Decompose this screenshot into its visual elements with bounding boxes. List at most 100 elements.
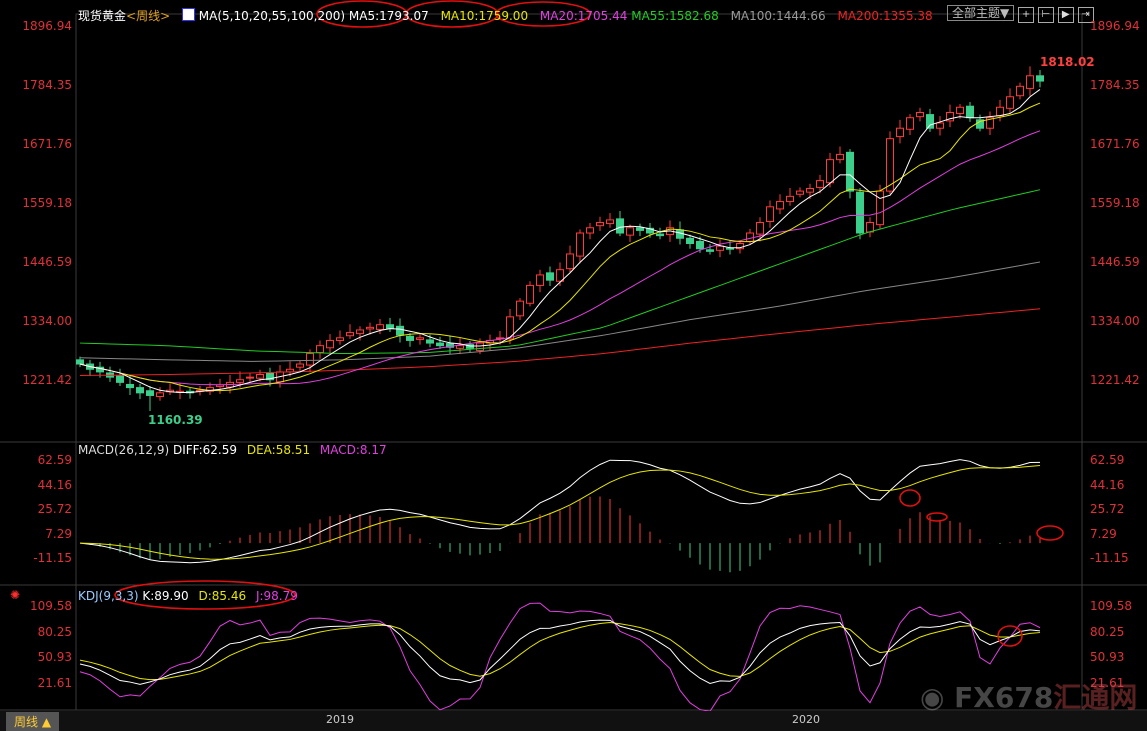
candle-body (896, 127, 904, 138)
chart-canvas[interactable] (0, 0, 1147, 731)
candle-body (116, 375, 124, 383)
candle-body (796, 190, 804, 195)
candle-body (306, 353, 314, 366)
macd-axis-tick: 25.72 (37, 502, 72, 516)
kdj-axis-tick: 80.25 (37, 624, 72, 639)
zoom-range-icon[interactable]: ⊢ (1037, 7, 1054, 23)
candle-body (956, 106, 964, 115)
macd-axis-tick: 7.29 (1090, 526, 1117, 541)
kdj-axis-tick: 109.58 (1090, 599, 1132, 613)
price-axis-tick: 1784.35 (22, 78, 72, 92)
candle-body (406, 335, 414, 341)
macd-header: MACD(26,12,9) DIFF:62.59 DEA:58.51 MACD:… (78, 443, 387, 457)
candle-body (366, 326, 374, 330)
candle-body (326, 339, 334, 349)
kdj-d: D:85.46 (198, 589, 247, 603)
candle-body (566, 253, 574, 270)
candle-body (456, 345, 464, 349)
candle-body (136, 387, 144, 394)
macd-value: MACD:8.17 (319, 443, 387, 457)
candle-body (776, 201, 784, 210)
candle-body (596, 222, 604, 227)
candle-body (236, 379, 244, 383)
price-axis-tick: 1446.59 (1090, 255, 1140, 269)
ma10-value: MA10:1759.00 (440, 9, 529, 23)
candle-body (1016, 85, 1024, 97)
price-axis-tick: 1446.59 (22, 255, 72, 269)
date-label-2019: 2019 (326, 713, 354, 726)
candle-body (996, 106, 1004, 117)
candle-body (296, 363, 304, 368)
candle-body (606, 219, 614, 225)
macd-axis-tick: 62.59 (1090, 453, 1125, 467)
candle-body (816, 180, 824, 188)
macd-axis-tick: 62.59 (37, 453, 72, 467)
candle-body (1006, 96, 1014, 109)
toolbar: 全部主题▼ + ⊢ ▶ ⇥ (947, 5, 1094, 23)
settings-sun-icon[interactable]: ✺ (10, 588, 20, 602)
candle-body (836, 153, 844, 161)
chart-header: 现货黄金<周线> MA(5,10,20,55,100,200) MA5:1793… (78, 7, 933, 24)
candle-body (356, 329, 364, 335)
price-axis-tick: 1671.76 (22, 137, 72, 151)
kdj-k: K:89.90 (142, 589, 189, 603)
candle-body (616, 218, 624, 234)
candle-body (156, 392, 164, 398)
ma20-value: MA20:1705.44 (539, 9, 628, 23)
candle-body (516, 300, 524, 317)
macd-axis-tick: 7.29 (45, 526, 72, 541)
price-axis-tick: 1334.00 (22, 314, 72, 328)
ma10-line (79, 102, 1041, 392)
candle-body (256, 374, 264, 379)
high-annotation: 1818.02 (1040, 55, 1095, 69)
candle-body (966, 105, 974, 119)
candle-body (786, 195, 794, 203)
kdj-k-line (79, 619, 1041, 685)
candle-body (746, 232, 754, 242)
play-icon[interactable]: ▶ (1057, 7, 1074, 23)
period-label: <周线> (126, 9, 171, 23)
candle-body (546, 272, 554, 281)
candle-body (376, 324, 384, 330)
candle-body (216, 384, 224, 388)
period-button[interactable]: 周线 ▲ (6, 712, 60, 731)
candle-body (396, 325, 404, 336)
ma5-value: MA5:1793.07 (348, 9, 429, 23)
candle-body (386, 324, 394, 329)
main-panel-border (75, 13, 1083, 443)
candle-body (476, 342, 484, 351)
candle-body (706, 249, 714, 252)
candle-body (756, 222, 764, 235)
candle-body (936, 122, 944, 129)
macd-label: MACD(26,12,9) (78, 443, 170, 457)
price-axis-tick: 1896.94 (1090, 19, 1140, 33)
theme-dropdown[interactable]: 全部主题▼ (947, 5, 1015, 21)
kdj-axis-tick: 80.25 (1090, 624, 1125, 639)
candle-body (826, 159, 834, 184)
candle-body (846, 151, 854, 192)
macd-axis-tick: 44.16 (37, 477, 72, 492)
price-axis-tick: 1334.00 (1090, 314, 1140, 328)
ma20-line (79, 130, 1041, 386)
candle-body (526, 284, 534, 304)
candle-body (536, 274, 544, 286)
candle-body (926, 114, 934, 129)
candle-body (336, 337, 344, 341)
ma-indicator-icon[interactable] (181, 8, 195, 21)
low-annotation: 1160.39 (148, 413, 203, 427)
candle-body (626, 227, 634, 236)
ma-label[interactable]: MA(5,10,20,55,100,200) (199, 9, 345, 23)
candle-body (906, 117, 914, 130)
crosshair-icon[interactable]: + (1018, 7, 1035, 23)
instrument-name: 现货黄金 (78, 9, 127, 23)
candle-body (246, 376, 254, 379)
candle-body (716, 245, 724, 251)
candle-body (586, 227, 594, 234)
candle-body (696, 240, 704, 250)
candle-body (316, 345, 324, 353)
ma100-value: MA100:1444.66 (730, 9, 826, 23)
candle-body (436, 342, 444, 347)
kdj-axis-tick: 21.61 (37, 676, 72, 691)
highlight-ellipses (114, 0, 1064, 647)
date-label-2020: 2020 (792, 713, 820, 726)
